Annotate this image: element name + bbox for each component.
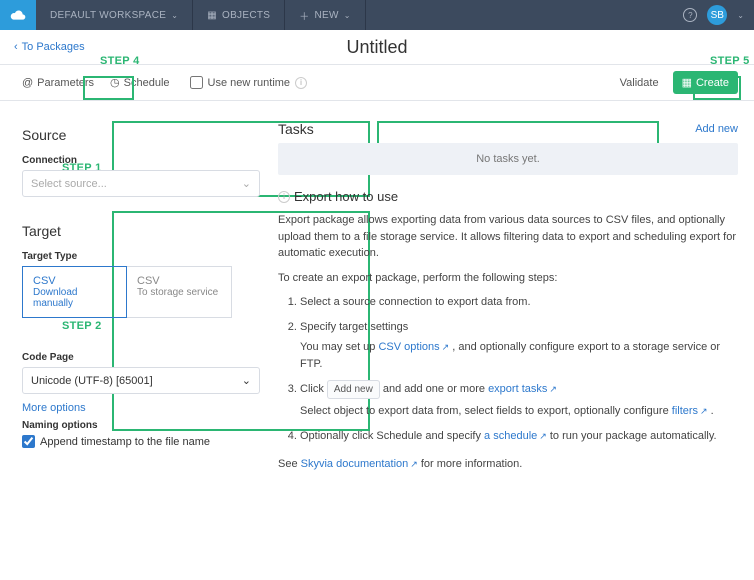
connection-label: Connection [22, 155, 260, 166]
chevron-left-icon: ‹ [14, 41, 18, 53]
workspace-label: DEFAULT WORKSPACE [50, 10, 166, 21]
save-icon: ▦ [682, 76, 692, 89]
tasks-title: Tasks [278, 121, 314, 137]
workspace-selector[interactable]: DEFAULT WORKSPACE ⌄ [36, 0, 193, 30]
filters-link[interactable]: filters [672, 405, 708, 417]
code-page-label: Code Page [22, 352, 260, 363]
naming-options-label: Naming options [22, 420, 260, 431]
chevron-down-icon: ⌄ [344, 11, 351, 20]
grid-icon: ▦ [207, 10, 217, 21]
validate-link[interactable]: Validate [620, 77, 659, 89]
target-type-label: Target Type [22, 251, 260, 262]
more-options-link[interactable]: More options [22, 402, 86, 414]
info-icon[interactable]: i [295, 77, 307, 89]
use-new-runtime-checkbox[interactable] [190, 76, 203, 89]
plus-icon: ＋ [299, 8, 309, 23]
source-connection-select[interactable]: Select source... ⌄ [22, 170, 260, 197]
tasks-empty-msg: No tasks yet. [278, 143, 738, 175]
add-task-link[interactable]: Add new [695, 123, 738, 135]
objects-label: OBJECTS [222, 10, 270, 21]
clock-icon: ◷ [110, 76, 120, 89]
page-title: Untitled [346, 37, 407, 58]
new-label: NEW [315, 10, 339, 21]
howto-panel: i Export how to use Export package allow… [278, 189, 738, 481]
tasks-panel: Tasks Add new No tasks yet. [278, 121, 738, 175]
source-panel: Source Connection Select source... ⌄ [16, 121, 266, 203]
export-tasks-link[interactable]: export tasks [488, 383, 557, 395]
chevron-down-icon: ⌄ [242, 374, 251, 387]
howto-step-1: Select a source connection to export dat… [300, 294, 738, 311]
chevron-down-icon: ⌄ [242, 177, 251, 190]
howto-intro: Export package allows exporting data fro… [278, 212, 738, 262]
append-timestamp-option[interactable]: Append timestamp to the file name [22, 435, 260, 448]
schedule-tab[interactable]: ◷ Schedule [104, 72, 175, 93]
source-title: Source [22, 127, 260, 143]
at-icon: @ [22, 77, 33, 89]
target-type-csv-download[interactable]: CSV Download manually [22, 266, 127, 318]
chevron-down-icon[interactable]: ⌄ [737, 11, 744, 20]
parameters-tab[interactable]: @ Parameters [16, 73, 100, 93]
schedule-link[interactable]: a schedule [484, 430, 547, 442]
append-timestamp-checkbox[interactable] [22, 435, 35, 448]
avatar[interactable]: SB [707, 5, 727, 25]
subheader: ‹ To Packages Untitled [0, 30, 754, 65]
cloud-icon [10, 9, 26, 21]
howto-intro2: To create an export package, perform the… [278, 270, 738, 287]
back-link[interactable]: ‹ To Packages [0, 41, 85, 53]
howto-step-4: Optionally click Schedule and specify a … [300, 428, 738, 445]
create-button[interactable]: ▦ Create [673, 71, 738, 94]
new-nav[interactable]: ＋ NEW ⌄ [285, 0, 366, 30]
back-label: To Packages [22, 41, 85, 53]
topbar: DEFAULT WORKSPACE ⌄ ▦ OBJECTS ＋ NEW ⌄ ? … [0, 0, 754, 30]
howto-step-2: Specify target settings You may set up C… [300, 319, 738, 373]
add-new-inline-button: Add new [327, 380, 380, 399]
code-page-select[interactable]: Unicode (UTF-8) [65001] ⌄ [22, 367, 260, 394]
documentation-link[interactable]: Skyvia documentation [301, 458, 418, 470]
help-icon[interactable]: ? [683, 8, 697, 22]
use-new-runtime-toggle[interactable]: Use new runtime i [190, 76, 308, 89]
objects-nav[interactable]: ▦ OBJECTS [193, 0, 285, 30]
target-type-csv-storage[interactable]: CSV To storage service [127, 266, 232, 318]
howto-title: i Export how to use [278, 189, 738, 204]
howto-step-3: Click Add new and add one or more export… [300, 380, 738, 420]
howto-footer: See Skyvia documentation for more inform… [278, 456, 738, 473]
target-panel: Target Target Type CSV Download manually… [16, 217, 266, 454]
app-logo[interactable] [0, 0, 36, 30]
content: Source Connection Select source... ⌄ Tar… [0, 101, 754, 511]
csv-options-link[interactable]: CSV options [378, 341, 449, 353]
target-title: Target [22, 223, 260, 239]
info-icon: i [278, 191, 290, 203]
chevron-down-icon: ⌄ [171, 11, 178, 20]
tabbar: @ Parameters ◷ Schedule Use new runtime … [0, 65, 754, 101]
